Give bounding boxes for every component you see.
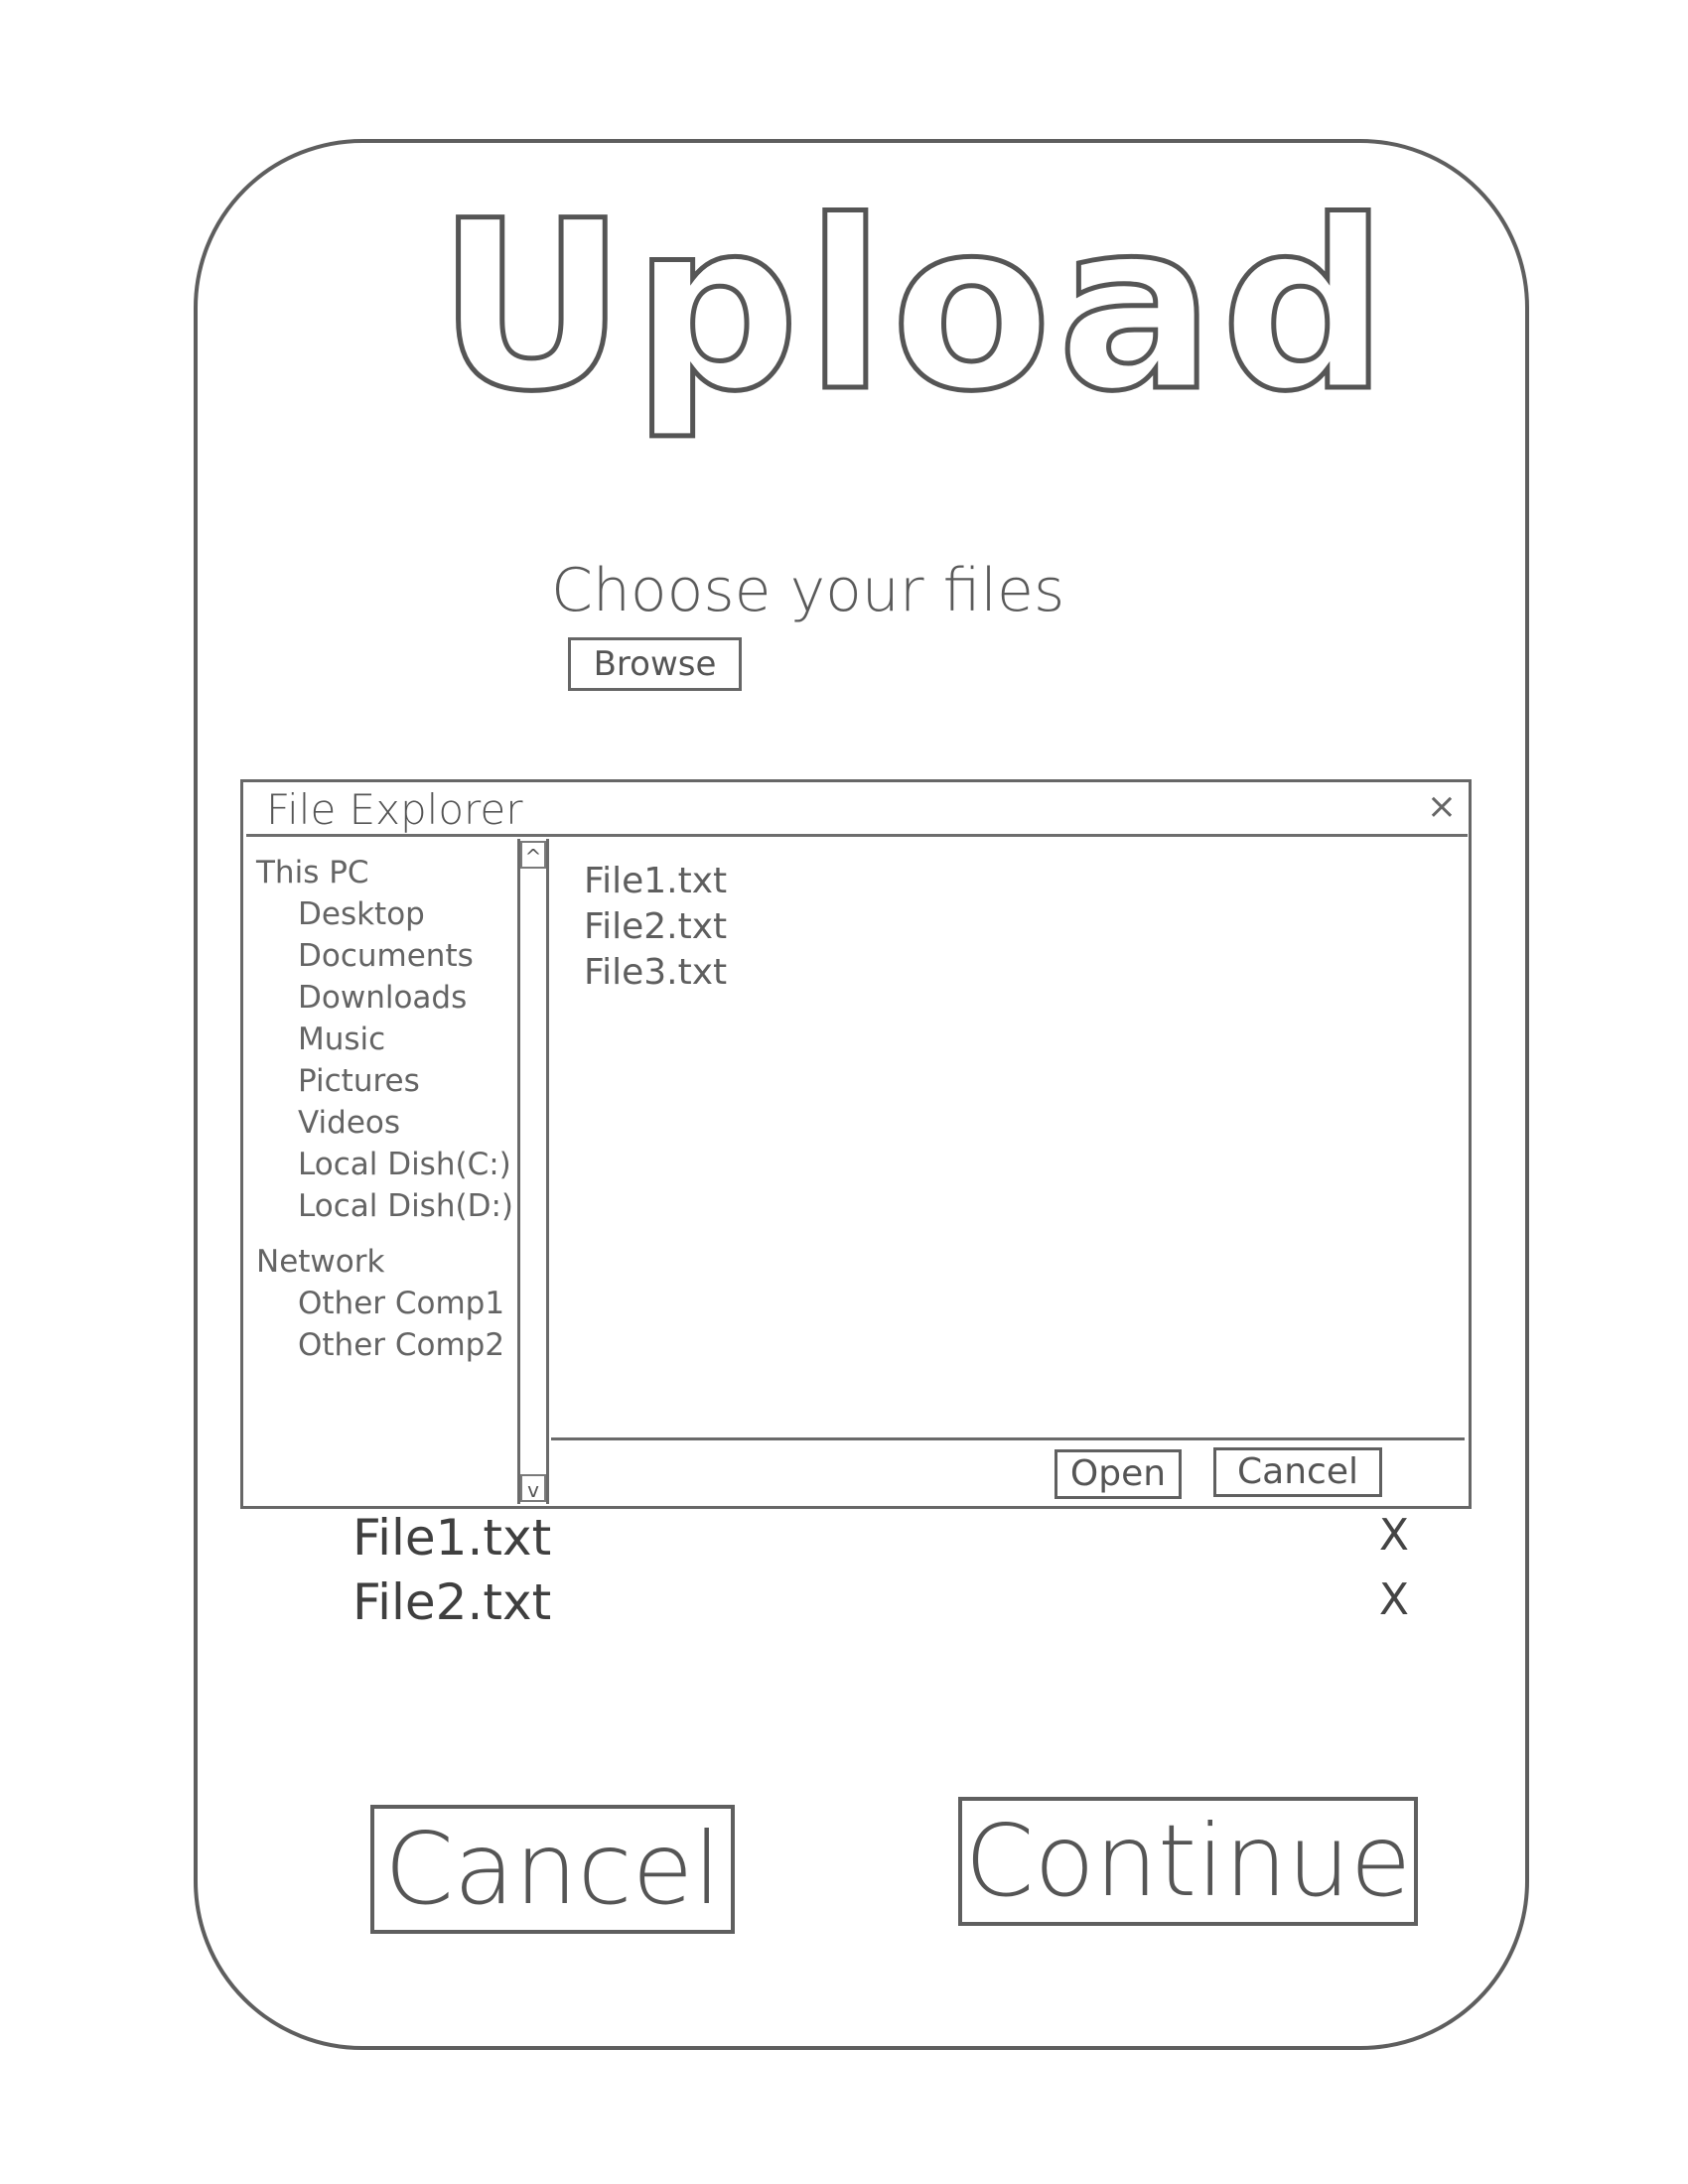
file-list: File1.txt File2.txt File3.txt	[584, 859, 727, 996]
tree-item-this-pc[interactable]: This PC	[256, 852, 519, 893]
file-explorer-title: File Explorer	[266, 785, 523, 834]
file-list-item[interactable]: File3.txt	[584, 950, 727, 996]
folder-tree-scrollbar[interactable]: ^ v	[517, 839, 549, 1504]
tree-item-videos[interactable]: Videos	[256, 1102, 519, 1144]
selected-file-name: File1.txt	[352, 1509, 552, 1567]
selected-files-list: File1.txt X File2.txt X	[352, 1507, 1445, 1636]
remove-file-icon[interactable]: X	[1372, 1511, 1416, 1561]
explorer-button-divider	[551, 1437, 1465, 1440]
tree-item-local-disk-c[interactable]: Local Dish(C:)	[256, 1144, 519, 1185]
tree-item-music[interactable]: Music	[256, 1019, 519, 1060]
file-list-item[interactable]: File1.txt	[584, 859, 727, 904]
open-button[interactable]: Open	[1055, 1449, 1182, 1499]
selected-file-row: File1.txt X	[352, 1507, 1445, 1571]
explorer-cancel-button[interactable]: Cancel	[1213, 1447, 1382, 1497]
close-icon[interactable]: ×	[1422, 787, 1462, 827]
file-list-item[interactable]: File2.txt	[584, 904, 727, 950]
choose-files-instruction: Choose your files	[551, 556, 1065, 625]
selected-file-row: File2.txt X	[352, 1571, 1445, 1636]
scroll-up-icon[interactable]: ^	[520, 841, 546, 869]
tree-item-documents[interactable]: Documents	[256, 935, 519, 977]
tree-item-local-disk-d[interactable]: Local Dish(D:)	[256, 1185, 519, 1227]
tree-item-downloads[interactable]: Downloads	[256, 977, 519, 1019]
tree-item-desktop[interactable]: Desktop	[256, 893, 519, 935]
tree-item-other-comp2[interactable]: Other Comp2	[256, 1324, 519, 1366]
cancel-button[interactable]: Cancel	[370, 1805, 735, 1934]
scroll-down-icon[interactable]: v	[520, 1474, 546, 1502]
remove-file-icon[interactable]: X	[1372, 1575, 1416, 1625]
tree-item-other-comp1[interactable]: Other Comp1	[256, 1283, 519, 1324]
tree-item-network[interactable]: Network	[256, 1241, 519, 1283]
folder-tree: This PC Desktop Documents Downloads Musi…	[256, 852, 519, 1366]
page-title: Upload	[435, 170, 1394, 446]
title-bar-divider	[246, 834, 1468, 837]
tree-item-pictures[interactable]: Pictures	[256, 1060, 519, 1102]
browse-button[interactable]: Browse	[568, 637, 742, 691]
continue-button[interactable]: Continue	[958, 1797, 1418, 1926]
selected-file-name: File2.txt	[352, 1573, 552, 1631]
